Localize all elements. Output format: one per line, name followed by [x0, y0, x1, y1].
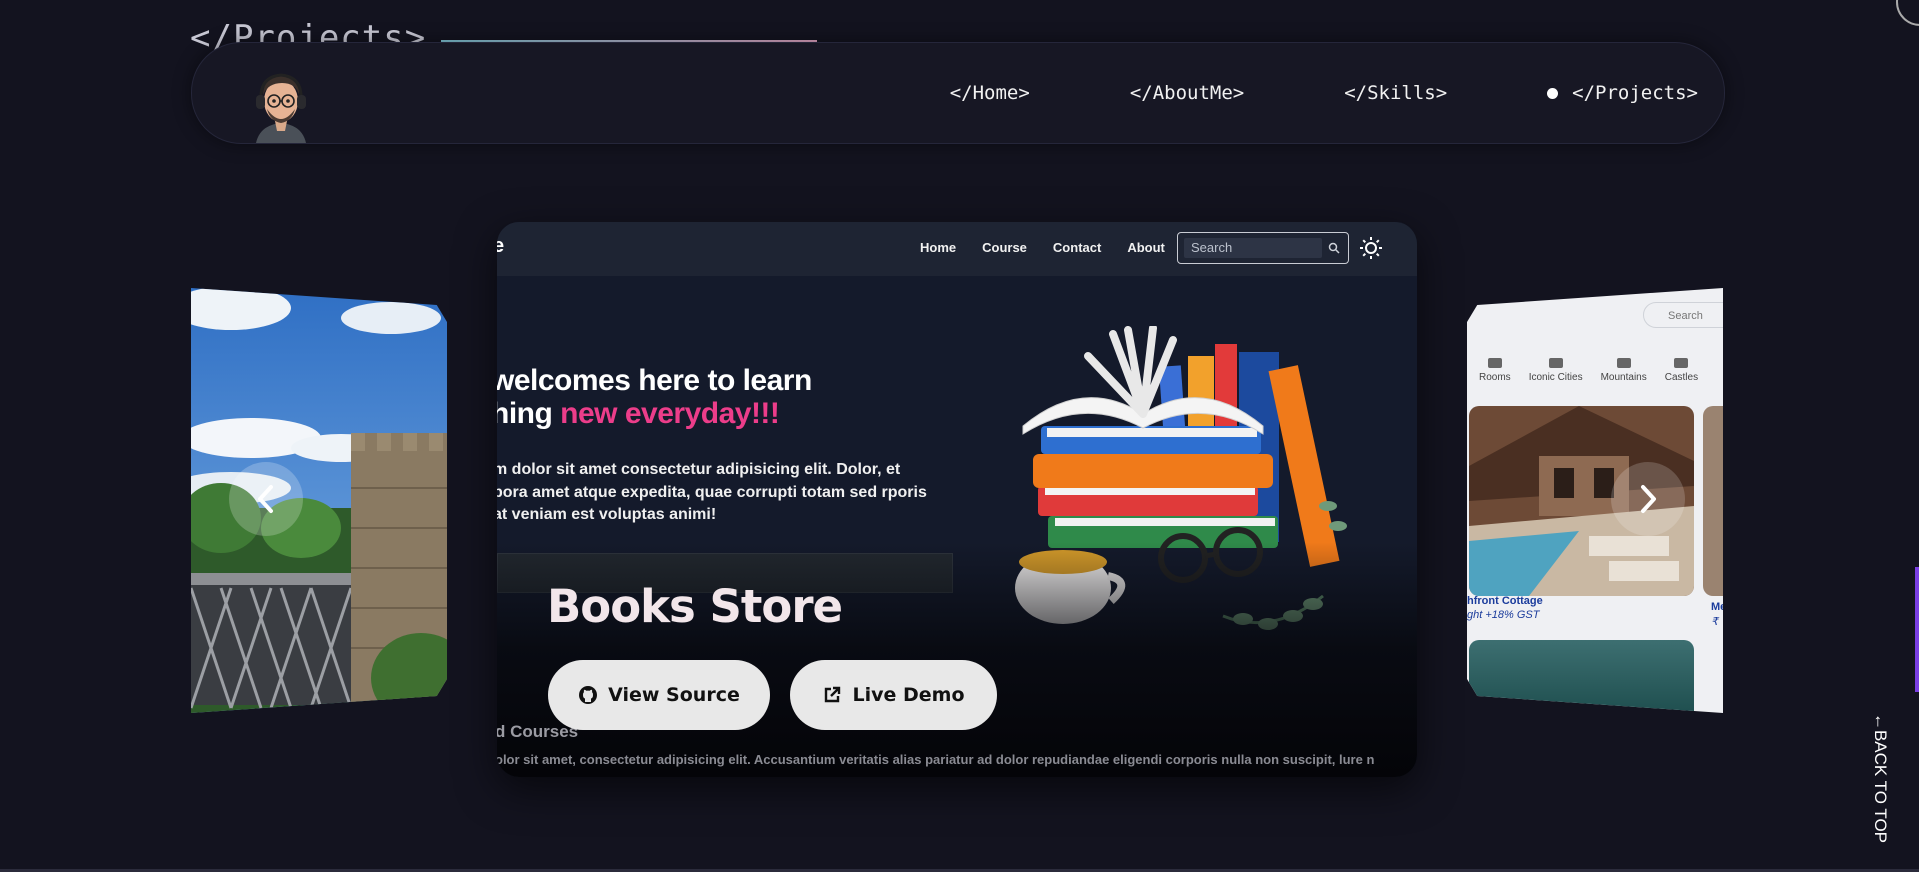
corner-circle-decoration: [1896, 0, 1919, 26]
preview-hero-line1: welcomes here to learn: [497, 364, 812, 397]
view-source-button[interactable]: View Source: [548, 660, 770, 730]
preview-nav-course: Course: [982, 240, 1027, 255]
nav-link-aboutme-label: </AboutMe>: [1129, 82, 1245, 104]
listing-photo-3: [1469, 640, 1694, 713]
back-to-top-label: ←BACK TO TOP: [1871, 712, 1890, 844]
sun-icon: [1360, 237, 1382, 259]
category-iconic-cities: Iconic Cities: [1529, 358, 1583, 383]
avatar[interactable]: [252, 69, 310, 143]
live-demo-label: Live Demo: [852, 684, 965, 706]
listing-2-name: Me: [1711, 601, 1723, 613]
category-mountains-label: Mountains: [1600, 372, 1647, 383]
chevron-right-icon: [1641, 485, 1656, 513]
mountain-icon: [1616, 358, 1631, 368]
preview-nav-about: About: [1127, 240, 1165, 255]
nav-link-skills[interactable]: </Skills>: [1344, 82, 1447, 104]
castle-icon: [1674, 358, 1689, 368]
preview-hero-highlight: new everyday!!!: [560, 397, 780, 430]
preview-search-input: Search: [1184, 238, 1322, 258]
preview-navbar: e Home Course Contact About Search: [497, 222, 1417, 276]
preview-hero-line2-prefix: hing: [497, 397, 553, 430]
carousel-next-button[interactable]: [1611, 462, 1685, 536]
listing-price: ght +18% GST: [1467, 609, 1540, 621]
nav-link-home-label: </Home>: [949, 82, 1030, 104]
preview-nav-home: Home: [920, 240, 957, 255]
scroll-progress-indicator: [1915, 567, 1919, 692]
navbar: </Home> </AboutMe> </Skills> </Projects>: [191, 42, 1725, 144]
live-demo-button[interactable]: Live Demo: [790, 660, 997, 730]
preview-courses-text: olor sit amet, consectetur adipisicing e…: [497, 752, 1375, 767]
back-to-top-link[interactable]: ←BACK TO TOP: [1862, 713, 1898, 843]
category-rooms: Rooms: [1479, 358, 1511, 383]
nav-link-projects-label: </Projects>: [1572, 82, 1698, 104]
nav-link-skills-label: </Skills>: [1344, 82, 1448, 104]
preview-logo: e: [497, 235, 505, 257]
category-mountains: Mountains: [1601, 358, 1647, 383]
preview-hero-line2: hing new everyday!!!: [497, 397, 780, 431]
external-link-icon: [825, 686, 841, 703]
listing-photo-2: [1703, 406, 1723, 596]
bed-icon: [1487, 358, 1502, 368]
preview-nav-contact: Contact: [1052, 240, 1102, 255]
category-iconic-cities-label: Iconic Cities: [1528, 372, 1583, 383]
preview-nav-links: Home Course Contact About: [920, 240, 1191, 255]
category-castles-label: Castles: [1664, 372, 1699, 383]
nav-link-projects[interactable]: </Projects>: [1547, 82, 1698, 104]
current-project-card: e Home Course Contact About Search welco…: [497, 222, 1417, 777]
nav-link-home[interactable]: </Home>: [950, 82, 1030, 104]
listing-2-price: ₹: [1711, 616, 1718, 628]
github-icon: [579, 686, 598, 704]
chevron-left-icon: [258, 485, 273, 513]
preview-search-box: Search: [1177, 232, 1349, 264]
carousel-prev-button[interactable]: [229, 462, 303, 536]
listing-name: hfront Cottage: [1467, 595, 1543, 607]
search-icon: [1328, 242, 1340, 254]
category-castles: Castles: [1665, 358, 1698, 383]
project-title: Books Store: [547, 580, 843, 633]
next-preview-categories: Rooms Iconic Cities Mountains Castles: [1467, 358, 1723, 383]
nav-link-aboutme[interactable]: </AboutMe>: [1130, 82, 1244, 104]
next-preview-search: Search: [1643, 302, 1723, 328]
view-source-label: View Source: [608, 684, 740, 706]
category-rooms-label: Rooms: [1479, 372, 1511, 383]
active-indicator-dot: [1547, 87, 1559, 99]
preview-paragraph: m dolor sit amet consectetur adipisicing…: [497, 461, 927, 523]
city-icon: [1548, 358, 1563, 368]
